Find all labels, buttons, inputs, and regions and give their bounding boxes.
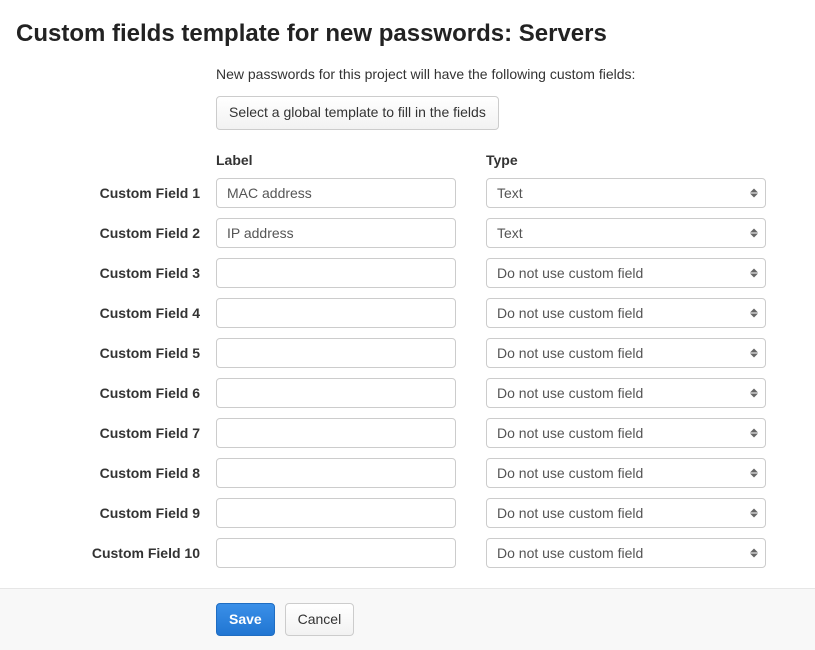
field-label-input[interactable] [216, 218, 456, 248]
field-label-input[interactable] [216, 458, 456, 488]
field-label-input[interactable] [216, 378, 456, 408]
save-button[interactable]: Save [216, 603, 275, 637]
custom-field-row: Custom Field 3 TextDo not use custom fiel… [16, 258, 799, 288]
custom-field-row: Custom Field 8 TextDo not use custom fiel… [16, 458, 799, 488]
custom-field-row: Custom Field 5 TextDo not use custom fiel… [16, 338, 799, 368]
field-name-label: Custom Field 2 [16, 225, 216, 241]
field-name-label: Custom Field 10 [16, 545, 216, 561]
field-type-select[interactable]: TextDo not use custom field [486, 258, 766, 288]
custom-field-row: Custom Field 1 TextDo not use custom fiel… [16, 178, 799, 208]
page-title: Custom fields template for new passwords… [16, 20, 799, 48]
field-label-input[interactable] [216, 338, 456, 368]
field-type-select[interactable]: TextDo not use custom field [486, 498, 766, 528]
field-name-label: Custom Field 9 [16, 505, 216, 521]
field-name-label: Custom Field 7 [16, 425, 216, 441]
field-type-select[interactable]: TextDo not use custom field [486, 538, 766, 568]
custom-field-row: Custom Field 7 TextDo not use custom fiel… [16, 418, 799, 448]
custom-field-row: Custom Field 2 TextDo not use custom fiel… [16, 218, 799, 248]
field-type-select[interactable]: TextDo not use custom field [486, 298, 766, 328]
label-column-header: Label [216, 152, 486, 168]
field-label-input[interactable] [216, 498, 456, 528]
select-global-template-button[interactable]: Select a global template to fill in the … [216, 96, 499, 130]
field-type-select[interactable]: TextDo not use custom field [486, 178, 766, 208]
cancel-button[interactable]: Cancel [285, 603, 355, 637]
column-headers: Label Type [16, 152, 799, 168]
field-label-input[interactable] [216, 418, 456, 448]
custom-field-row: Custom Field 9 TextDo not use custom fiel… [16, 498, 799, 528]
field-name-label: Custom Field 6 [16, 385, 216, 401]
field-name-label: Custom Field 3 [16, 265, 216, 281]
intro-text: New passwords for this project will have… [216, 66, 799, 82]
custom-field-row: Custom Field 4 TextDo not use custom fiel… [16, 298, 799, 328]
field-name-label: Custom Field 1 [16, 185, 216, 201]
custom-field-row: Custom Field 10 TextDo not use custom fie… [16, 538, 799, 568]
footer-bar: Save Cancel [0, 588, 815, 650]
field-type-select[interactable]: TextDo not use custom field [486, 338, 766, 368]
field-type-select[interactable]: TextDo not use custom field [486, 418, 766, 448]
field-name-label: Custom Field 4 [16, 305, 216, 321]
field-label-input[interactable] [216, 538, 456, 568]
field-name-label: Custom Field 5 [16, 345, 216, 361]
field-type-select[interactable]: TextDo not use custom field [486, 378, 766, 408]
type-column-header: Type [486, 152, 766, 168]
field-type-select[interactable]: TextDo not use custom field [486, 218, 766, 248]
field-name-label: Custom Field 8 [16, 465, 216, 481]
field-label-input[interactable] [216, 258, 456, 288]
custom-field-row: Custom Field 6 TextDo not use custom fiel… [16, 378, 799, 408]
field-label-input[interactable] [216, 178, 456, 208]
field-type-select[interactable]: TextDo not use custom field [486, 458, 766, 488]
field-label-input[interactable] [216, 298, 456, 328]
